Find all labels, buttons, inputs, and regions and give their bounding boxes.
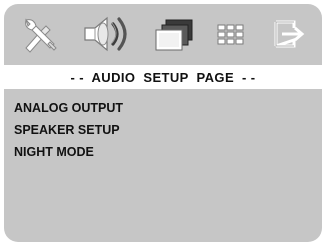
speaker-icon <box>79 12 137 56</box>
audio-setup-menu: ANALOG OUTPUT SPEAKER SETUP NIGHT MODE <box>14 97 123 163</box>
exit-icon <box>268 16 308 52</box>
setup-screen: - - AUDIO SETUP PAGE - - ANALOG OUTPUT S… <box>4 4 322 242</box>
menu-item-analog-output[interactable]: ANALOG OUTPUT <box>14 97 123 119</box>
tools-icon <box>20 14 60 54</box>
preferences-grid-icon <box>214 16 250 52</box>
tab-video-setup[interactable] <box>150 10 198 58</box>
setup-tab-bar <box>4 4 322 64</box>
menu-item-speaker-setup[interactable]: SPEAKER SETUP <box>14 119 123 141</box>
page-title-bar: - - AUDIO SETUP PAGE - - <box>4 65 322 89</box>
tab-audio-setup[interactable] <box>78 10 138 58</box>
page-title: - - AUDIO SETUP PAGE - - <box>70 69 256 85</box>
video-icon <box>152 14 196 54</box>
tab-exit[interactable] <box>266 10 310 58</box>
menu-item-night-mode[interactable]: NIGHT MODE <box>14 141 123 163</box>
tab-preferences[interactable] <box>212 10 252 58</box>
tab-general-setup[interactable] <box>18 10 62 58</box>
